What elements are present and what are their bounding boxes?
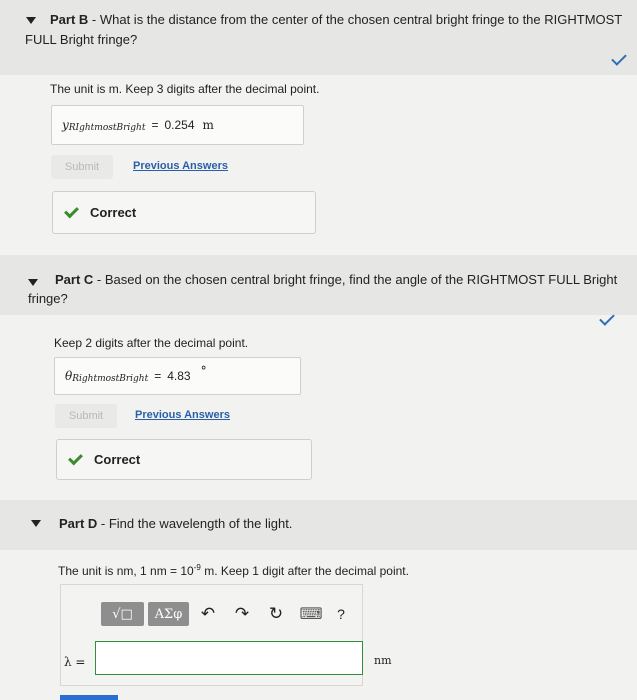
previous-answers-link[interactable]: Previous Answers [133,160,228,172]
submit-button-partial[interactable] [60,695,118,700]
correct-feedback-box: Correct [56,439,312,480]
keyboard-icon[interactable]: ⌨ [299,603,322,625]
answer-subscript: RIghtmostBright [68,123,146,133]
part-label: Part D [59,516,98,531]
part-c-instruction: Keep 2 digits after the decimal point. [54,336,249,350]
instruction-text: The unit is nm, 1 nm = 10 [58,564,194,578]
question-text: - Based on the chosen central bright fri… [93,272,618,287]
part-c-answer-box: θ RightmostBright = 4.83 ° [54,357,301,395]
part-d-title: Part D - Find the wavelength of the ligh… [59,514,292,533]
collapse-caret-icon[interactable] [28,279,38,286]
answer-subscript: RightmostBright [72,374,149,384]
question-text: - Find the wavelength of the light. [97,516,293,531]
previous-answers-link[interactable]: Previous Answers [135,409,230,421]
templates-button[interactable]: √□ [101,602,144,626]
symbols-button[interactable]: ΑΣφ [148,602,189,626]
redo-icon[interactable]: ↷ [232,603,252,625]
answer-value: 4.83 [167,369,191,383]
answer-unit: ° [200,364,207,378]
reset-icon[interactable]: ↻ [266,603,286,625]
submit-button[interactable]: Submit [51,155,113,179]
undo-icon[interactable]: ↶ [198,603,218,625]
part-b-answer-box: y RIghtmostBright = 0.254 m [51,105,304,145]
part-label: Part B [50,12,89,27]
wavelength-input[interactable] [95,641,363,675]
correct-label: Correct [94,452,141,467]
correct-feedback-box: Correct [52,191,316,234]
part-b-instruction: The unit is m. Keep 3 digits after the d… [50,82,320,96]
part-b-title-line2: FULL Bright fringe? [25,32,138,47]
question-text: - What is the distance from the center o… [88,12,623,27]
input-unit: nm [374,654,392,667]
collapse-caret-icon[interactable] [31,520,41,527]
equals-sign: = [154,369,162,383]
instruction-text-end: m. Keep 1 digit after the decimal point. [200,564,409,578]
instruction-exponent: -9 [193,563,201,572]
lambda-label: λ = [64,655,86,669]
collapse-caret-icon[interactable] [26,17,36,24]
help-button[interactable]: ? [333,603,349,625]
submit-button[interactable]: Submit [55,404,117,428]
answer-variable: y [62,118,69,132]
correct-check-icon [64,203,79,218]
correct-label: Correct [90,205,137,220]
part-d-instruction: The unit is nm, 1 nm = 10-9 m. Keep 1 di… [58,563,409,578]
equals-sign: = [151,118,159,132]
part-b-title: Part B - What is the distance from the c… [50,10,630,29]
answer-unit: m [202,118,214,132]
correct-check-icon [68,450,83,465]
part-label: Part C [55,272,94,287]
part-c-title: Part C - Based on the chosen central bri… [55,270,630,289]
answer-value: 0.254 [164,118,195,132]
part-c-title-line2: fringe? [28,291,68,306]
